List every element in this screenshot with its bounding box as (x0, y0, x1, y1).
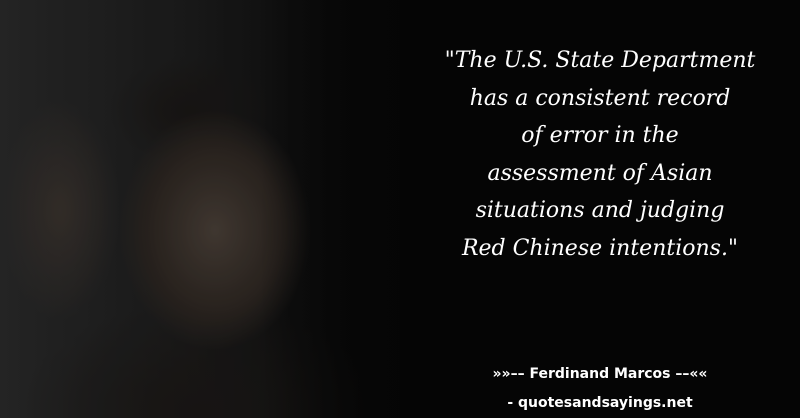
quote-line: has a consistent record (469, 85, 731, 111)
source-site: - quotesandsayings.net (507, 395, 693, 411)
quote-card: "The U.S. State Department has a consist… (0, 0, 800, 418)
author-attribution: »»–– Ferdinand Marcos ––«« (492, 366, 708, 382)
quote-line: Red Chinese intentions." (461, 235, 739, 261)
quote-line: "The U.S. State Department (444, 48, 756, 73)
quote-line: of error in the (521, 123, 679, 148)
quote-text: "The U.S. State Department has a consist… (410, 42, 790, 267)
quote-line: assessment of Asian (487, 160, 713, 186)
quote-line: situations and judging (475, 198, 725, 223)
